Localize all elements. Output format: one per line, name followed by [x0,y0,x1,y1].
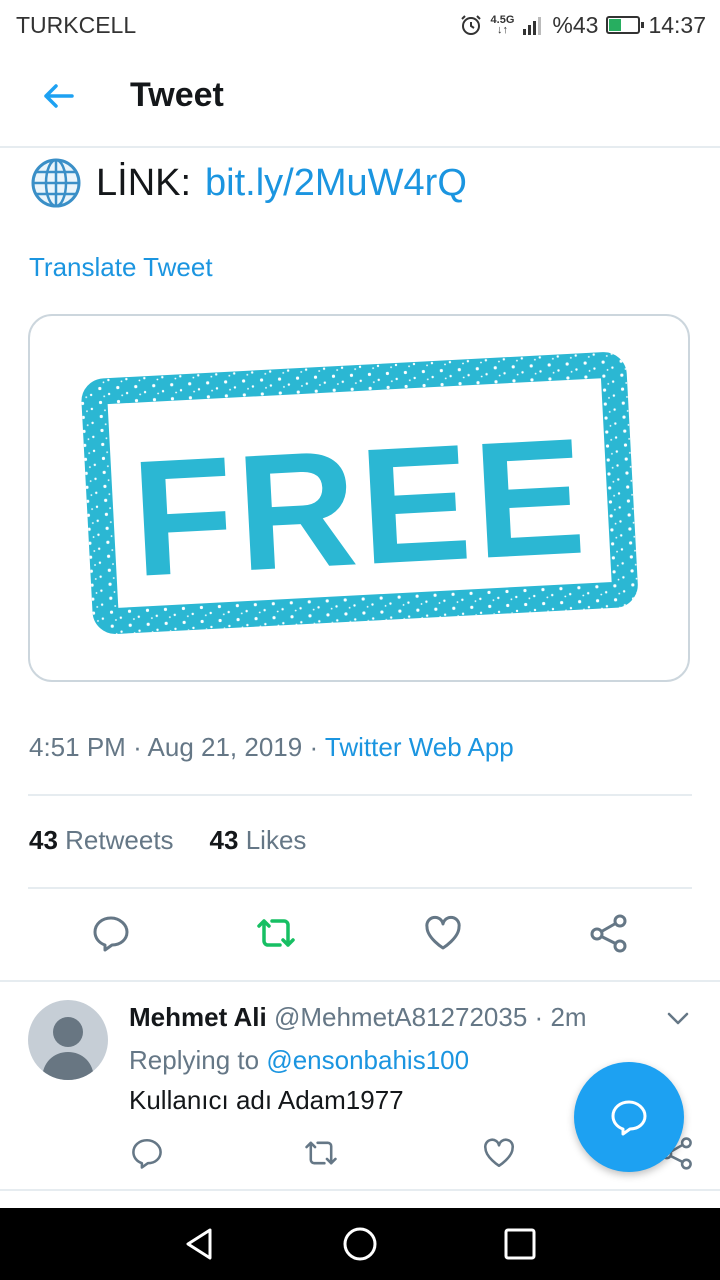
tweet-link[interactable]: bit.ly/2MuW4rQ [205,162,467,205]
free-stamp-image: FREE [81,352,638,635]
compose-reply-button[interactable] [574,1062,684,1172]
battery-fill [609,19,622,31]
meta-separator: · [309,732,319,762]
back-triangle-icon[interactable] [180,1224,220,1264]
replying-to: Replying to @ensonbahis100 [129,1045,469,1076]
likes-stat[interactable]: 43 Likes [210,825,307,856]
battery-percent: %43 [552,11,599,38]
network-type: 4.5G ↓↑ [491,15,515,36]
replying-to-prefix: Replying to [129,1045,260,1075]
retweet-icon[interactable] [304,1136,338,1170]
globe-icon [31,158,81,208]
reply-text: Kullanıcı adı Adam1977 [129,1085,404,1115]
like-icon[interactable] [482,1136,516,1170]
translate-tweet-link[interactable]: Translate Tweet [29,252,213,283]
tweet-link-line: LİNK: bit.ly/2MuW4rQ [30,155,467,211]
carrier-name: TURKCELL [16,12,137,38]
likes-label: Likes [245,825,307,855]
clock: 14:37 [648,11,706,38]
back-arrow-icon[interactable] [40,78,76,114]
divider [0,1189,720,1191]
page-title: Tweet [130,76,224,114]
meta-separator: · [133,732,142,762]
chevron-down-icon[interactable] [664,1004,692,1032]
signal-icon [523,17,542,35]
tweet-source[interactable]: Twitter Web App [325,732,514,762]
tweet-time: 4:51 PM [29,732,126,762]
status-bar: TURKCELL 4.5G ↓↑ %43 14:37 [0,0,720,50]
reply-icon [611,1100,647,1136]
retweets-count: 43 [29,825,58,855]
recents-square-icon[interactable] [500,1224,540,1264]
like-icon[interactable] [423,913,463,953]
reply-header: Mehmet Ali @MehmetA81272035 · 2m [129,1002,587,1033]
tweet-action-bar [0,913,720,957]
reply-icon[interactable] [130,1136,164,1170]
reply-author-handle[interactable]: @MehmetA81272035 [274,1002,527,1032]
retweets-label: Retweets [65,825,174,855]
tweet-date: Aug 21, 2019 [147,732,303,762]
link-label: LİNK: [96,161,192,204]
network-activity: ↓↑ [496,24,508,36]
battery-icon [606,16,645,34]
retweets-stat[interactable]: 43 Retweets [29,825,174,856]
replying-to-handle[interactable]: @ensonbahis100 [266,1045,469,1075]
divider [28,887,692,889]
tweet-media-card[interactable]: FREE [28,314,690,682]
tweet-meta: 4:51 PM · Aug 21, 2019 · Twitter Web App [29,732,514,763]
reply-age: 2m [550,1002,587,1032]
stamp-text: FREE [128,403,593,611]
reply-icon[interactable] [91,913,131,953]
share-icon[interactable] [589,913,629,953]
tweet-stats: 43 Retweets 43 Likes [29,825,306,856]
app-bar: Tweet [0,50,720,148]
system-nav-bar [0,1208,720,1280]
status-right: 4.5G ↓↑ %43 14:37 [459,10,706,40]
avatar[interactable] [28,1000,108,1080]
alarm-icon [460,15,481,35]
likes-count: 43 [209,825,239,855]
reply-author-name[interactable]: Mehmet Ali [129,1002,267,1032]
reply-separator: · [534,1002,544,1032]
divider [28,794,692,796]
divider [0,980,720,982]
home-circle-icon[interactable] [340,1224,380,1264]
default-avatar-icon [42,1017,94,1080]
retweet-icon[interactable] [256,913,296,953]
